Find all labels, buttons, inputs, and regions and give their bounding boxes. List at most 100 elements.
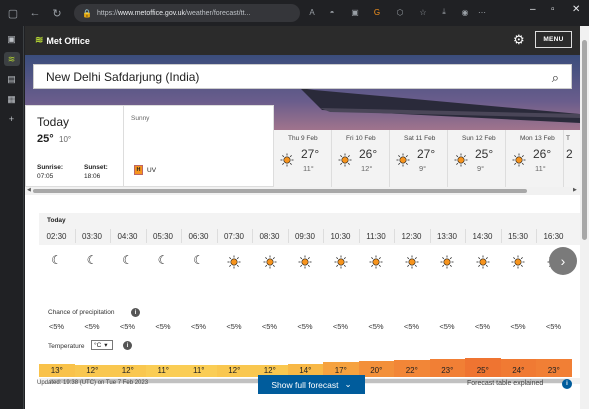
temperature-cell: 25°	[465, 358, 501, 377]
uv-label: UV	[147, 167, 157, 174]
sun-icon	[454, 153, 468, 167]
minimize-icon[interactable]: –	[530, 4, 536, 15]
column-divider	[429, 229, 431, 243]
unit-value: °C	[94, 341, 102, 349]
day-tab[interactable]: Thu 9 Feb 27° 11°	[274, 130, 332, 187]
extension-icon[interactable]: ⬡	[393, 5, 407, 19]
metoffice-tab-icon[interactable]: ≋	[3, 52, 20, 66]
show-full-forecast-button[interactable]: Show full forecast ⌄	[258, 375, 365, 394]
hour-time: 12:30	[401, 232, 422, 241]
uv-badge: H	[134, 165, 143, 175]
column-divider	[110, 229, 111, 243]
day-max-temp: 27°	[301, 147, 320, 161]
days-scrollbar[interactable]: ◀ ▶	[25, 187, 580, 195]
scroll-left-icon[interactable]: ◀	[27, 187, 31, 193]
unit-select[interactable]: °C ▾	[91, 340, 113, 350]
back-icon[interactable]: ←	[26, 4, 44, 22]
day-tab[interactable]: Fri 10 Feb 26° 12°	[332, 130, 390, 187]
add-icon[interactable]: +	[4, 112, 20, 126]
tabs-icon[interactable]: ▢	[4, 4, 22, 22]
met-office-logo[interactable]: ≋ Met Office	[35, 35, 90, 46]
full-forecast-label: Show full forecast	[271, 379, 339, 390]
scroll-right-icon[interactable]: ▶	[573, 187, 577, 193]
url-domain: www.metoffice.gov.uk	[117, 9, 186, 17]
sun-icon	[511, 255, 525, 269]
extension-icon[interactable]: ▣	[348, 5, 362, 19]
hour-time: 07:30	[223, 232, 245, 241]
logo-text: Met Office	[46, 35, 90, 46]
temperature-cell: 11°	[145, 365, 181, 377]
page-scrollbar[interactable]	[580, 26, 589, 409]
day-tab[interactable]: Mon 13 Feb 26° 11°	[506, 130, 564, 187]
day-tab[interactable]: T 2	[564, 130, 580, 187]
day-label: Sun 12 Feb	[462, 135, 496, 142]
favorites-icon[interactable]: ☆	[416, 5, 430, 19]
temperature-cell: 23°	[429, 359, 465, 377]
search-icon[interactable]: ⌕	[552, 70, 559, 86]
tab-icon[interactable]: ▣	[4, 32, 20, 46]
logo-icon: ≋	[35, 35, 44, 46]
temperature-cell: 12°	[74, 364, 110, 377]
avatar[interactable]: ◉	[458, 5, 472, 19]
hour-time: 08:30	[259, 232, 280, 241]
hour-time: 13:30	[436, 232, 458, 241]
precip-value: <5%	[119, 322, 136, 331]
document-icon[interactable]: ▤	[4, 72, 20, 86]
more-icon[interactable]: ⋯	[475, 5, 489, 19]
column-divider	[536, 229, 537, 243]
divider	[123, 106, 124, 186]
sun-icon	[334, 255, 347, 269]
url-path: /weather/forecast/tt...	[185, 9, 251, 17]
search-input[interactable]	[46, 69, 526, 84]
precip-value: <5%	[474, 322, 491, 331]
hour-time: 11:30	[366, 232, 386, 241]
info-icon[interactable]: i	[123, 341, 132, 350]
refresh-icon[interactable]: ↻	[48, 4, 66, 22]
info-icon[interactable]: i	[131, 308, 140, 317]
maximize-icon[interactable]: ▫	[551, 4, 555, 15]
temperature-cell: 24°	[500, 358, 536, 377]
moon-icon: ☾	[86, 253, 98, 267]
hour-time: 03:30	[81, 232, 103, 241]
updated-text: Updated: 19:38 (UTC) on Tue 7 Feb 2023	[37, 380, 149, 386]
next-hours-button[interactable]: ›	[549, 247, 577, 275]
hour-time: 04:30	[117, 232, 138, 241]
url-prefix: https://	[96, 9, 118, 17]
sunrise-time: 07:05	[37, 173, 54, 180]
media-icon[interactable]: ▦	[4, 92, 20, 106]
sun-icon	[338, 153, 352, 167]
info-icon[interactable]: i	[562, 379, 572, 389]
address-bar[interactable]: 🔒 https://www.metoffice.gov.uk/weather/f…	[74, 4, 300, 22]
today-min-temp: 10°	[59, 135, 72, 144]
gear-icon[interactable]: ⚙	[513, 32, 525, 48]
day-tab[interactable]: Sun 12 Feb 25° 9°	[448, 130, 506, 187]
day-label: Sat 11 Feb	[404, 135, 436, 142]
browser-toolbar: ▢ ← ↻ ⌂ 🔒 https://www.metoffice.gov.uk/w…	[0, 0, 589, 26]
scrollbar-thumb[interactable]	[582, 40, 587, 240]
scrollbar-thumb[interactable]	[33, 189, 527, 193]
sun-icon	[440, 255, 454, 269]
extension-icon[interactable]: ◓	[325, 5, 339, 19]
close-icon[interactable]: ✕	[572, 4, 580, 15]
extension-icon[interactable]: G	[370, 5, 384, 19]
menu-button[interactable]: MENU	[535, 31, 572, 48]
today-summary-card[interactable]: Today 25° 10° Sunrise: 07:05 Sunset: 18:…	[25, 105, 274, 187]
download-icon[interactable]: ⤓	[437, 5, 451, 19]
chevron-down-icon: ⌄	[344, 379, 352, 389]
column-divider	[181, 229, 182, 243]
day-label: Fri 10 Feb	[346, 135, 376, 142]
day-min-temp: 9°	[419, 164, 427, 173]
extension-icon[interactable]: A	[305, 5, 319, 19]
day-max-temp: 25°	[475, 147, 494, 161]
day-tab[interactable]: Sat 11 Feb 27° 9°	[390, 130, 448, 187]
forecast-explained-link[interactable]: Forecast table explained	[467, 380, 543, 387]
temperature-cell: 11°	[181, 365, 217, 377]
precip-value: <5%	[190, 322, 207, 331]
precip-value: <5%	[368, 322, 384, 331]
lock-icon: 🔒	[82, 8, 92, 18]
browser-sidebar: ▣ ≋ ▤ ▦ +	[0, 26, 24, 409]
column-divider	[287, 229, 289, 243]
location-search[interactable]: ⌕	[33, 64, 572, 89]
moon-icon: ☾	[122, 253, 133, 267]
temperature-cell: 23°	[536, 359, 572, 377]
